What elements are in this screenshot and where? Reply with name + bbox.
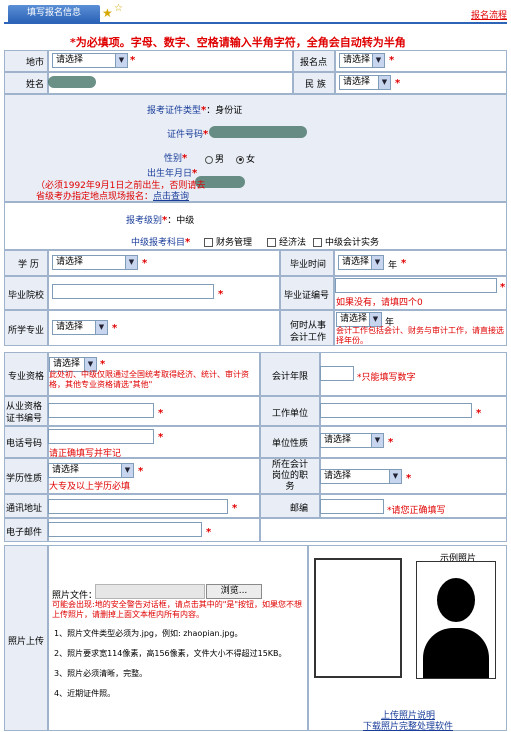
school-label: 毕业院校 <box>8 291 45 301</box>
tab-fill-info[interactable]: 填写报名信息 <box>8 5 100 22</box>
header-line <box>4 22 507 24</box>
required-notice: *为必填项。字母、数字、空格请输入半角字符，全角会自动转为半角 <box>70 36 406 49</box>
years-label: 会计年限 <box>272 372 309 382</box>
cert-no-label: 毕业证编号 <box>284 291 330 301</box>
phone-label: 电话号码 <box>6 439 43 449</box>
edu-nature-label: 学历性质 <box>6 474 43 484</box>
grad-time-label: 毕业时间 <box>290 260 327 270</box>
site-select[interactable]: 请选择 ▼ <box>339 53 385 68</box>
photo-section-label: 照片上传 <box>8 637 45 647</box>
chevron-down-icon: ▼ <box>378 76 390 89</box>
edu-nature-select[interactable]: 请选择 ▼ <box>48 463 134 478</box>
region-label: 地市 <box>26 58 45 68</box>
unit-type-label: 单位性质 <box>272 439 309 449</box>
avatar-body-icon <box>423 628 489 678</box>
idno-label: 证件号码 <box>167 130 204 140</box>
photo-warning: 可能会出现:地的安全警告对话框，请点击其中的"是"按钮，如果您不想上传照片，请删… <box>52 600 303 619</box>
site-label: 报名点 <box>300 58 328 68</box>
subject-label: 中级报考科目 <box>131 238 186 248</box>
photo-rule-2: 2、照片要求宽114像素，高156像素，文件大小不得超过15KB。 <box>54 649 287 658</box>
idno-value-redacted <box>209 126 307 138</box>
photo-rule-3: 3、照片必须清晰，完整。 <box>54 669 148 678</box>
employer-label: 工作单位 <box>272 409 309 419</box>
subject-checkbox-accounting[interactable]: 中级会计实务 <box>313 235 379 248</box>
ethnic-label: 民 族 <box>305 80 326 90</box>
sample-photo <box>416 561 496 679</box>
browse-button[interactable]: 浏览... <box>206 584 262 599</box>
year-unit: 年 <box>388 261 398 271</box>
tab-label: 填写报名信息 <box>26 8 81 18</box>
chevron-down-icon: ▼ <box>389 470 401 483</box>
unit-type-select[interactable]: 请选择 ▼ <box>320 433 384 448</box>
post-label-1: 所在会计 <box>271 460 308 470</box>
grad-time-select[interactable]: 请选择 ▼ <box>338 255 384 270</box>
qual-note: 此处初、中级仅限通过全国统考取得经济、统计、审计资格，其他专业资格请选"其他" <box>49 370 249 389</box>
edu-label: 学 历 <box>18 260 39 270</box>
photo-rule-4: 4、近期证件照。 <box>54 689 116 698</box>
birth-note-2: 省级考办指定地点现场报名： <box>36 192 154 202</box>
birth-query-link[interactable]: 点击查询 <box>153 192 189 202</box>
download-tool-link[interactable]: 下载照片完整处理软件 <box>350 719 466 732</box>
zip-input[interactable] <box>320 499 384 514</box>
work-start-note: 会计工作包括会计、财务与审计工作，请直接选择年份。 <box>336 326 504 345</box>
avatar-head-icon <box>437 578 475 622</box>
chevron-down-icon: ▼ <box>371 434 383 447</box>
level-label: 报考级别 <box>126 216 163 226</box>
edu-nature-note: 大专及以上学历必填 <box>49 482 131 492</box>
qual-label: 专业资格 <box>8 372 45 382</box>
region-select[interactable]: 请选择 ▼ <box>52 53 128 68</box>
cert-no-note: 如果没有，请填四个0 <box>336 298 423 308</box>
name-value-redacted <box>48 76 96 88</box>
employer-input[interactable] <box>320 403 472 418</box>
post-select[interactable]: 请选择 ▼ <box>320 469 402 484</box>
email-label: 电子邮件 <box>6 528 43 538</box>
level-value: ：中级 <box>167 216 195 226</box>
photo-preview-frame <box>314 558 402 678</box>
cert-no-input[interactable] <box>335 278 497 293</box>
edu-select[interactable]: 请选择 ▼ <box>52 255 138 270</box>
zip-note: *请您正确填写 <box>387 506 446 516</box>
idtype-value: ：身份证 <box>206 106 243 116</box>
major-label: 所学专业 <box>8 326 45 336</box>
photo-file-input[interactable] <box>95 584 205 599</box>
gender-label: 性别 <box>164 154 183 164</box>
star-icon-2: ☆ <box>114 3 123 14</box>
gender-radio-male[interactable]: 男 <box>205 152 224 165</box>
name-label: 姓名 <box>26 80 45 90</box>
gender-radio-female[interactable]: 女 <box>236 152 255 165</box>
ethnic-select[interactable]: 请选择 ▼ <box>339 75 391 90</box>
chevron-down-icon: ▼ <box>115 54 127 67</box>
post-label-2: 岗位的职 <box>271 471 308 481</box>
chevron-down-icon: ▼ <box>95 321 107 334</box>
subject-checkbox-law[interactable]: 经济法 <box>267 235 306 248</box>
subject-checkbox-finance[interactable]: 财务管理 <box>204 235 252 248</box>
chevron-down-icon: ▼ <box>371 256 383 269</box>
chevron-down-icon: ▼ <box>125 256 137 269</box>
chevron-down-icon: ▼ <box>372 54 384 67</box>
years-note: *只能填写数字 <box>357 373 416 383</box>
process-link[interactable]: 报名流程 <box>471 8 507 21</box>
chevron-down-icon: ▼ <box>121 464 133 477</box>
address-input[interactable] <box>48 499 228 514</box>
major-select[interactable]: 请选择 ▼ <box>52 320 108 335</box>
photo-rule-1: 1、照片文件类型必须为.jpg，例如: zhaopian.jpg。 <box>54 629 243 638</box>
address-label: 通讯地址 <box>6 504 43 514</box>
years-input[interactable] <box>320 366 354 381</box>
school-input[interactable] <box>52 284 214 299</box>
zip-label: 邮编 <box>290 504 309 514</box>
star-icon: ★ <box>102 6 113 20</box>
qual-cert-label-2: 证书编号 <box>6 414 43 424</box>
qual-cert-input[interactable] <box>48 403 154 418</box>
idtype-label: 报考证件类型 <box>147 106 202 116</box>
post-label-3: 务 <box>285 482 295 492</box>
work-start-label-2: 会计工作 <box>290 333 327 343</box>
work-start-select[interactable]: 请选择 ▼ <box>336 312 382 327</box>
chevron-down-icon: ▼ <box>369 313 381 326</box>
phone-input[interactable] <box>48 429 154 444</box>
email-input[interactable] <box>48 522 202 537</box>
